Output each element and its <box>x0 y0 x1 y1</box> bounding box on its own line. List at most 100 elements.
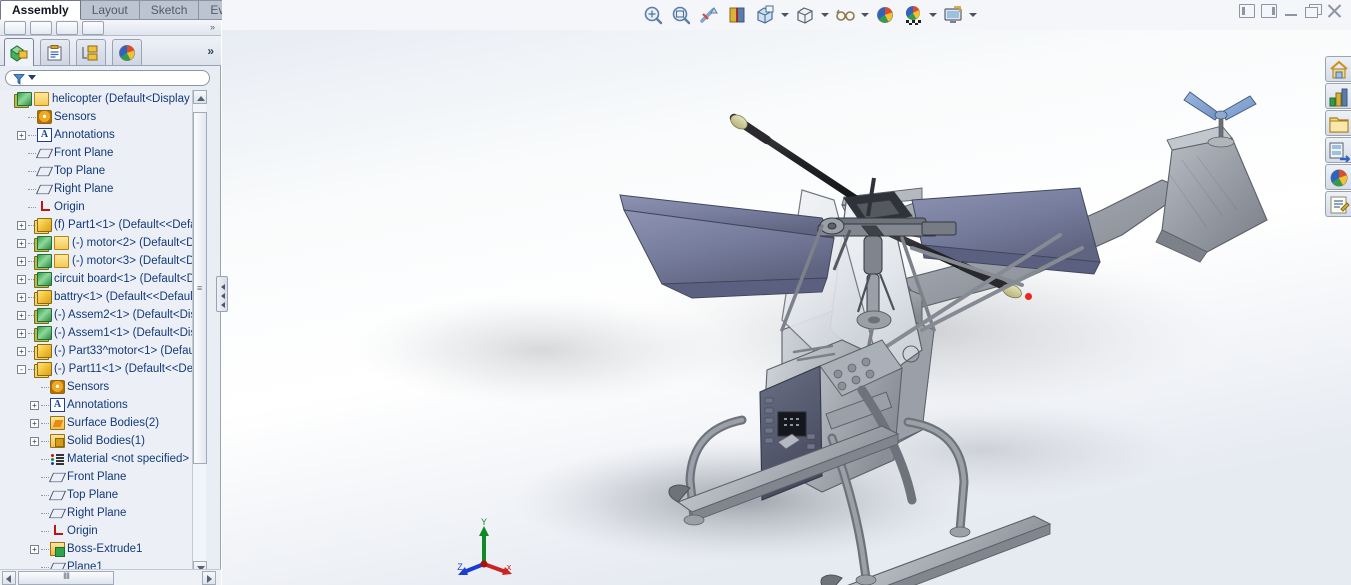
apply-scene-dropdown-caret[interactable] <box>928 2 937 27</box>
toolbar-icon-3[interactable] <box>56 21 78 35</box>
command-tab-sketch[interactable]: Sketch <box>138 0 200 20</box>
tree-item[interactable]: helicopter (Default<Display Sta <box>0 90 206 108</box>
custom-properties-button[interactable] <box>1325 191 1351 217</box>
toolbar-overflow-icon[interactable]: » <box>210 22 215 32</box>
view-palette-button[interactable] <box>1325 137 1351 163</box>
expand-icon[interactable]: + <box>17 347 26 356</box>
tree-item[interactable]: - (-) Part11<1> (Default<<Defau <box>0 360 206 378</box>
file-explorer-button[interactable] <box>1325 110 1351 136</box>
plane-icon <box>37 164 52 178</box>
feature-manager-overflow-icon[interactable]: » <box>207 44 214 58</box>
expand-icon[interactable]: + <box>17 329 26 338</box>
tree-horizontal-scrollbar[interactable] <box>0 569 221 585</box>
tree-vertical-scrollbar[interactable] <box>192 90 207 575</box>
configuration-icon <box>54 254 69 268</box>
hide-show-items-dropdown-caret[interactable] <box>860 2 869 27</box>
expand-icon[interactable]: + <box>30 401 39 410</box>
view-settings-dropdown-caret[interactable] <box>968 2 977 27</box>
tree-item[interactable]: Front Plane <box>0 468 206 486</box>
minimize-button[interactable] <box>1283 4 1299 18</box>
command-tab-assembly[interactable]: Assembly <box>0 0 81 20</box>
hide-show-items-button[interactable] <box>832 2 857 27</box>
assembly-icon <box>37 308 52 322</box>
toolbar-icon-4[interactable] <box>82 21 104 35</box>
tree-item[interactable]: + Solid Bodies(1) <box>0 432 206 450</box>
tree-item-label: Top Plane <box>54 165 106 177</box>
scroll-right-arrow[interactable] <box>202 571 216 585</box>
tree-item[interactable]: + (-) Assem1<1> (Default<Displa <box>0 324 206 342</box>
view-settings-button[interactable] <box>940 2 965 27</box>
expand-icon[interactable]: + <box>17 311 26 320</box>
tree-item[interactable]: Sensors <box>0 108 206 126</box>
tree-item[interactable]: + A Annotations <box>0 126 206 144</box>
tree-item[interactable]: Front Plane <box>0 144 206 162</box>
view-orientation-dropdown-caret[interactable] <box>780 2 789 27</box>
property-manager-tab[interactable] <box>40 39 70 65</box>
display-style-button[interactable] <box>792 2 817 27</box>
expand-icon[interactable]: + <box>30 419 39 428</box>
expand-icon[interactable]: + <box>30 437 39 446</box>
filter-dropdown-icon[interactable] <box>28 75 36 80</box>
tree-item[interactable]: + Boss-Extrude1 <box>0 540 206 558</box>
tree-item[interactable]: Sensors <box>0 378 206 396</box>
solidworks-resources-button[interactable] <box>1325 56 1351 82</box>
apply-scene-button[interactable] <box>900 2 925 27</box>
previous-view-button[interactable] <box>696 2 721 27</box>
panel-collapse-handle[interactable] <box>216 276 228 312</box>
toolbar-icon-2[interactable] <box>30 21 52 35</box>
tree-item[interactable]: Right Plane <box>0 180 206 198</box>
tree-connector <box>28 117 36 118</box>
section-view-button[interactable] <box>724 2 749 27</box>
horizontal-scroll-thumb[interactable] <box>18 571 114 585</box>
tree-item[interactable]: + (f) Part1<1> (Default<<Default <box>0 216 206 234</box>
pin-right-button[interactable] <box>1261 4 1277 18</box>
pin-left-button[interactable] <box>1239 4 1255 18</box>
feature-manager-design-tree-tab[interactable] <box>4 38 34 66</box>
tree-item[interactable]: Right Plane <box>0 504 206 522</box>
solid-icon <box>50 434 65 448</box>
tree-item[interactable]: + (-) motor<3> (Default<Disp <box>0 252 206 270</box>
expand-icon[interactable]: + <box>17 293 26 302</box>
tree-item[interactable]: Material <not specified> <box>0 450 206 468</box>
tree-item[interactable]: + circuit board<1> (Default<Disp <box>0 270 206 288</box>
feature-manager-design-tree[interactable]: helicopter (Default<Display Sta Sensors + A… <box>0 90 206 575</box>
solidworks-window: AssemblyLayoutSketchEvaluateOffice Produ… <box>0 0 1351 585</box>
tree-item[interactable]: Top Plane <box>0 162 206 180</box>
appearances-scenes-button[interactable] <box>1325 164 1351 190</box>
tree-filter-input[interactable] <box>5 70 210 86</box>
scroll-thumb[interactable] <box>193 112 207 464</box>
tree-item[interactable]: + A Annotations <box>0 396 206 414</box>
configuration-manager-tab[interactable] <box>76 39 106 65</box>
close-button[interactable] <box>1327 4 1343 18</box>
tree-item[interactable]: + battry<1> (Default<<Default> <box>0 288 206 306</box>
display-manager-tab[interactable] <box>112 39 142 65</box>
scroll-up-arrow[interactable] <box>193 90 207 104</box>
view-orientation-button[interactable] <box>752 2 777 27</box>
expand-icon[interactable]: + <box>17 239 26 248</box>
tree-item[interactable]: Origin <box>0 522 206 540</box>
restore-button[interactable] <box>1305 4 1322 18</box>
tree-item[interactable]: + (-) Assem2<1> (Default<Displa <box>0 306 206 324</box>
tree-item[interactable]: Top Plane <box>0 486 206 504</box>
tree-item[interactable]: + (-) Part33^motor<1> (Default< <box>0 342 206 360</box>
command-tab-layout[interactable]: Layout <box>79 0 140 20</box>
tree-item[interactable]: Origin <box>0 198 206 216</box>
expand-icon[interactable]: + <box>17 275 26 284</box>
graphics-viewport[interactable]: Y x Z *Isometric <box>222 30 1351 585</box>
annotations-icon: A <box>50 398 65 412</box>
expand-icon[interactable]: + <box>30 545 39 554</box>
expand-icon[interactable]: + <box>17 221 26 230</box>
zoom-to-fit-button[interactable] <box>640 2 665 27</box>
filter-text-field[interactable] <box>40 72 205 84</box>
tree-item[interactable]: + Surface Bodies(2) <box>0 414 206 432</box>
edit-appearance-button[interactable] <box>872 2 897 27</box>
design-library-button[interactable] <box>1325 83 1351 109</box>
zoom-to-area-button[interactable] <box>668 2 693 27</box>
scroll-left-arrow[interactable] <box>2 571 16 585</box>
expand-icon[interactable]: + <box>17 131 26 140</box>
collapse-icon[interactable]: - <box>17 365 26 374</box>
tree-item[interactable]: + (-) motor<2> (Default<Disp <box>0 234 206 252</box>
expand-icon[interactable]: + <box>17 257 26 266</box>
toolbar-icon-1[interactable] <box>4 21 26 35</box>
display-style-dropdown-caret[interactable] <box>820 2 829 27</box>
